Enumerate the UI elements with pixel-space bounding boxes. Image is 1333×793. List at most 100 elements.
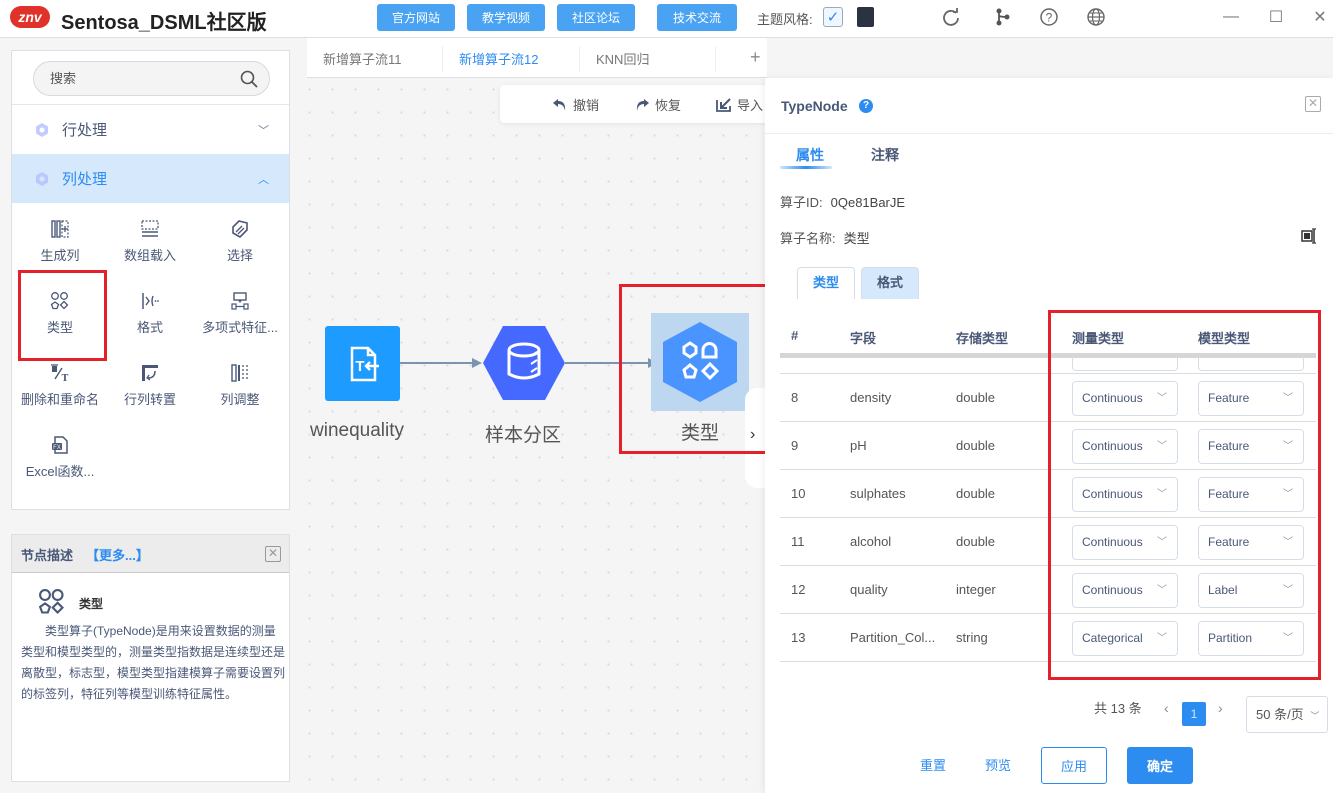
tab-annotation[interactable]: 注释 [871,145,899,165]
maximize-button[interactable]: ☐ [1265,5,1287,29]
highlight-box-type-columns [1048,310,1321,680]
column-header: # [791,328,799,343]
operator-name-row: 算子名称: 类型 [780,228,870,247]
node-label-winequality: winequality [310,420,404,441]
column-header: 存储类型 [956,331,1009,346]
description-text: 类型算子(TypeNode)是用来设置数据的测量类型和模型类型的，测量类型指数据… [21,624,286,701]
storage-type: double [956,438,996,453]
more-link[interactable]: 【更多...】 [86,545,149,564]
page-size-select[interactable]: 50 条/页 ﹀ [1246,696,1328,733]
operator-id-row: 算子ID: 0Qe81BarJE [780,192,905,211]
panel-title: TypeNode [781,98,848,114]
tool-polynomial-feature[interactable]: 多项式特征... [195,287,285,357]
close-window-button[interactable]: ✕ [1309,5,1331,29]
search-box[interactable] [33,61,270,96]
theme-light-checkbox[interactable]: ✓ [823,7,843,27]
tool-transpose[interactable]: 行列转置 [105,359,195,429]
app-title: Sentosa_DSML社区版 [61,12,267,34]
node-label-sample-partition: 样本分区 [485,425,562,446]
description-node-name: 类型 [79,597,104,611]
category-column-processing[interactable]: 列处理 ︿ [12,154,289,203]
reset-button[interactable]: 重置 [920,755,946,774]
storage-type: integer [956,582,996,597]
search-icon[interactable] [239,69,259,89]
tab-knn-regression[interactable]: KNN回归 [596,49,649,68]
operator-name-value: 类型 [843,231,870,246]
prev-page-button[interactable]: ‹ [1164,700,1169,716]
node-sample-partition[interactable] [483,326,565,400]
tutorial-video-button[interactable]: 教学视频 [467,4,545,31]
import-label: 导入 [737,98,764,113]
category-label: 行处理 [62,122,108,139]
format-icon [105,287,195,315]
operator-id-value: 0Qe81BarJE [830,195,906,210]
description-title: 节点描述 [21,548,74,563]
text-file-input-icon: T [350,346,379,381]
tool-delete-rename[interactable]: T 删除和重命名 [15,359,105,429]
select-icon [195,215,285,243]
community-forum-button[interactable]: 社区论坛 [557,4,635,31]
hexagon-icon [36,172,48,186]
undo-label: 撤销 [573,98,600,113]
operator-id-label: 算子ID: [780,195,823,210]
category-row-processing[interactable]: 行处理 ﹀ [12,105,289,154]
delete-rename-icon: T [15,359,105,387]
total-count: 共 13 条 [1094,701,1142,716]
subtab-type[interactable]: 类型 [797,267,855,299]
hexagon-icon [36,123,48,137]
tool-array-load[interactable]: 数组载入 [105,215,195,285]
tab-divider [442,46,443,72]
tab-properties[interactable]: 属性 [796,145,824,165]
refresh-icon[interactable] [940,6,962,28]
tool-excel-function[interactable]: FX Excel函数... [15,431,105,501]
transpose-icon [105,359,195,387]
tool-select[interactable]: 选择 [195,215,285,285]
import-icon [716,97,731,112]
node-winequality[interactable]: T [325,326,400,401]
tech-exchange-button[interactable]: 技术交流 [657,4,737,31]
undo-icon [553,98,566,111]
rename-icon[interactable] [1301,228,1317,244]
field-name: density [850,390,892,405]
help-icon[interactable]: ? [859,99,873,113]
tab-divider [579,46,580,72]
close-icon[interactable]: ✕ [265,546,281,562]
column-header: 字段 [850,331,877,346]
page-1-button[interactable]: 1 [1182,702,1206,726]
arrow-head-icon [472,358,482,368]
row-index: 12 [791,582,806,597]
globe-icon[interactable] [1085,6,1107,28]
theme-dark-swatch[interactable] [857,7,874,27]
row-index: 11 [791,534,805,549]
official-site-button[interactable]: 官方网站 [377,4,455,31]
import-button[interactable]: 导入 [716,95,763,114]
undo-button[interactable]: 撤销 [552,95,599,114]
redo-button[interactable]: 恢复 [634,95,681,114]
help-icon[interactable]: ? [1038,6,1060,28]
next-page-button[interactable]: › [1218,700,1223,716]
app-logo: znv [10,6,50,28]
subtab-format[interactable]: 格式 [861,267,919,299]
add-tab-button[interactable]: + [750,47,761,68]
minimize-button[interactable]: — [1220,5,1242,29]
tool-column-adjust[interactable]: 列调整 [195,359,285,429]
tool-format[interactable]: 格式 [105,287,195,357]
apply-button[interactable]: 应用 [1041,747,1107,784]
row-index: 8 [791,390,799,405]
branch-icon[interactable] [992,6,1014,28]
title-bar: znv Sentosa_DSML社区版 官方网站 教学视频 社区论坛 技术交流 … [0,0,1333,38]
theme-label: 主题风格: [757,12,813,27]
storage-type: string [956,630,988,645]
chevron-down-icon: ﹀ [1310,711,1320,721]
field-name: sulphates [850,486,906,501]
close-icon[interactable]: ✕ [1305,96,1321,112]
tab-divider [715,46,716,72]
highlight-box-type-node [619,284,769,454]
tab-flow-11[interactable]: 新增算子流11 [323,49,402,68]
preview-button[interactable]: 预览 [985,755,1011,774]
confirm-button[interactable]: 确定 [1127,747,1193,784]
search-input[interactable] [34,62,224,95]
tab-flow-12[interactable]: 新增算子流12 [459,49,538,68]
canvas-toolbar: 撤销 恢复 导入 [500,85,768,123]
field-name: alcohol [850,534,892,549]
